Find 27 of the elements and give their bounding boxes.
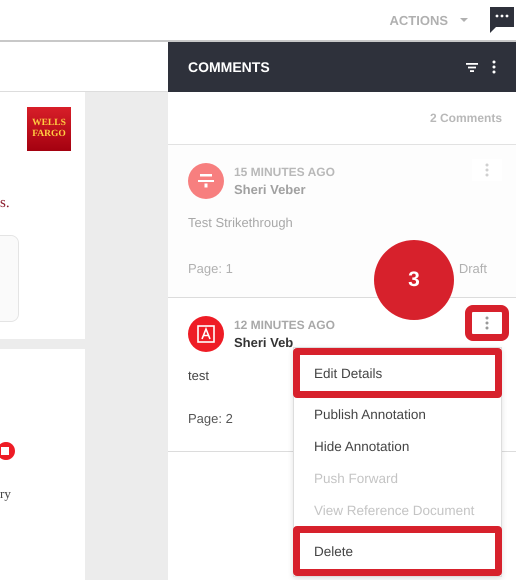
strikethrough-icon — [198, 174, 214, 188]
caret-icon — [460, 18, 468, 22]
menu-item[interactable]: Delete — [293, 526, 502, 576]
more-icon — [485, 163, 489, 177]
menu-item[interactable]: Publish Annotation — [294, 398, 501, 430]
comment-text: test — [188, 368, 209, 383]
comment-count: 2 Comments — [430, 111, 502, 125]
bank-logo: WELLS FARGO — [27, 107, 71, 151]
more-icon — [485, 316, 489, 330]
author-name: Sheri Veb — [234, 335, 294, 350]
text-annotation-icon — [197, 325, 215, 343]
page-number: Page: 2 — [188, 411, 233, 426]
more-icon — [492, 60, 496, 74]
comment-time: 12 MINUTES AGO — [234, 318, 336, 332]
status-label: Draft — [458, 261, 487, 276]
more-button[interactable] — [472, 312, 502, 334]
page-number: Page: 1 — [188, 261, 233, 276]
comment-time: 15 MINUTES AGO — [234, 165, 336, 179]
menu-item[interactable]: Edit Details — [293, 348, 502, 398]
menu-item[interactable]: Hide Annotation — [294, 430, 501, 462]
document-text: s. — [0, 196, 11, 211]
filter-icon[interactable] — [466, 62, 478, 72]
author-name: Sheri Veber — [234, 182, 307, 197]
panel-title: COMMENTS — [188, 59, 270, 75]
comment-icon[interactable] — [490, 7, 514, 33]
comment-text: Test Strikethrough — [188, 215, 293, 230]
document-text: ry — [0, 487, 12, 500]
